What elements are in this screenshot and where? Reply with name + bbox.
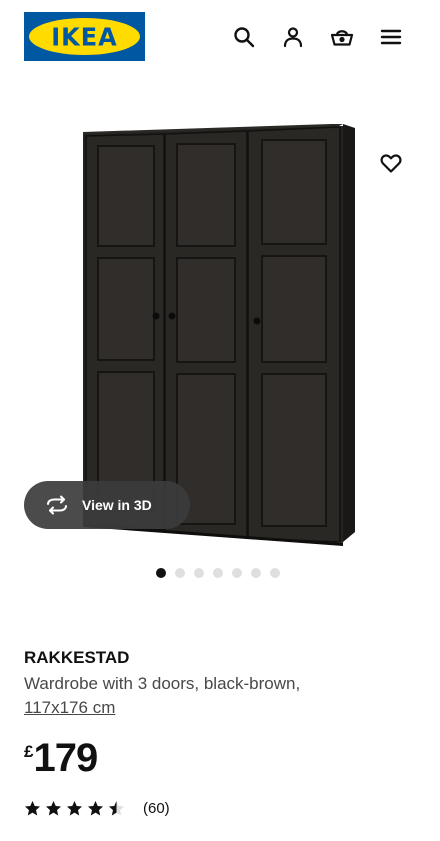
heart-icon — [380, 154, 402, 173]
product-description: Wardrobe with 3 doors, black-brown, — [24, 674, 301, 693]
favourite-button[interactable] — [376, 148, 406, 178]
view-in-3d-button[interactable]: View in 3D — [24, 481, 190, 529]
rotate-3d-icon — [47, 495, 67, 515]
star-full-icon — [46, 801, 61, 816]
rating-stars — [24, 800, 125, 817]
account-icon — [283, 27, 303, 48]
ikea-logo[interactable]: IKEA — [24, 12, 145, 61]
product-rating[interactable]: (60) — [24, 800, 170, 817]
account-button[interactable] — [278, 22, 308, 52]
price-amount: 179 — [33, 736, 98, 780]
site-header: IKEA — [0, 0, 440, 72]
logo-text: IKEA — [51, 21, 118, 52]
gallery-dot[interactable] — [213, 568, 223, 578]
basket-icon — [330, 30, 354, 46]
menu-button[interactable] — [376, 22, 406, 52]
product-size-link[interactable]: 117x176 cm — [24, 696, 115, 720]
star-full-icon — [88, 801, 103, 816]
product-gallery[interactable]: View in 3D — [0, 80, 440, 580]
basket-button[interactable] — [327, 22, 357, 52]
gallery-dot[interactable] — [251, 568, 261, 578]
product-price: £ 179 — [24, 736, 98, 781]
search-icon — [234, 27, 255, 48]
star-full-icon — [67, 801, 82, 816]
star-full-icon — [25, 801, 40, 816]
gallery-dot[interactable] — [194, 568, 204, 578]
menu-icon — [380, 29, 402, 45]
view-in-3d-label: View in 3D — [82, 497, 152, 513]
gallery-dot[interactable] — [270, 568, 280, 578]
gallery-dot[interactable] — [156, 568, 166, 578]
search-button[interactable] — [229, 22, 259, 52]
gallery-dot[interactable] — [175, 568, 185, 578]
price-currency: £ — [24, 742, 34, 761]
star-half-icon — [109, 801, 124, 816]
gallery-dot[interactable] — [232, 568, 242, 578]
review-count: (60) — [143, 800, 170, 817]
gallery-pagination — [156, 568, 280, 578]
logo-oval: IKEA — [29, 18, 140, 55]
product-name: RAKKESTAD — [24, 648, 130, 667]
